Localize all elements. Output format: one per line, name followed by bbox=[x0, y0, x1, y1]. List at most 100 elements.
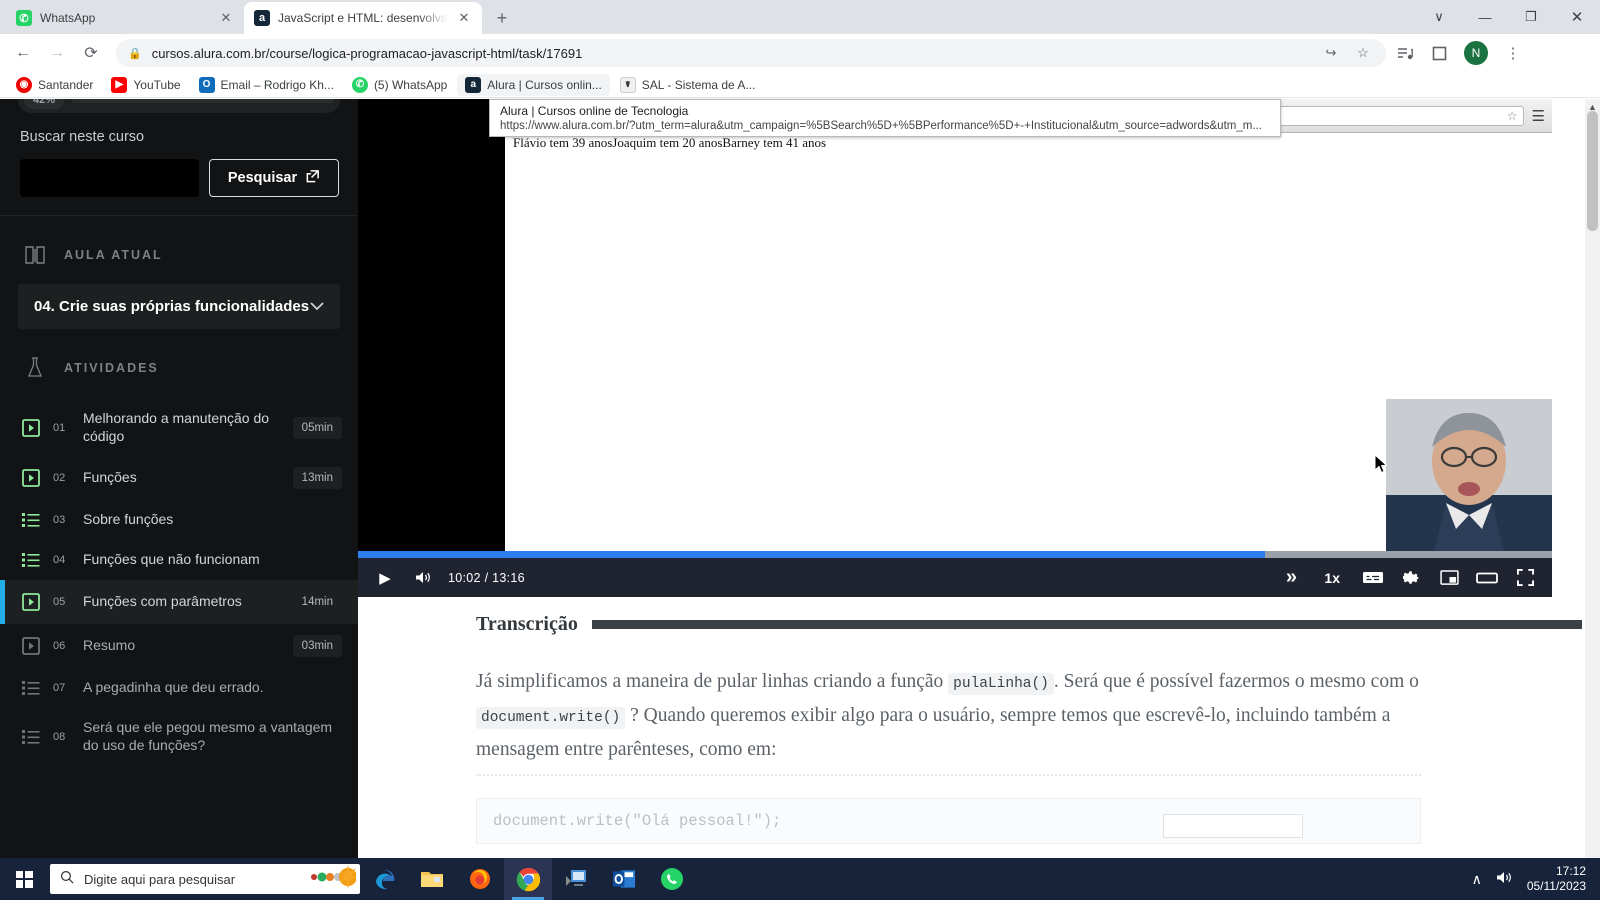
flask-icon bbox=[22, 355, 48, 381]
windows-taskbar: Digite aqui para pesquisar ∧ 17:12 05/11… bbox=[0, 858, 1600, 900]
bookmark-alura[interactable]: a Alura | Cursos onlin... bbox=[457, 73, 610, 96]
cortana-icon[interactable] bbox=[304, 864, 357, 894]
bookmark-label: Santander bbox=[38, 77, 94, 92]
scrollbar-thumb[interactable] bbox=[1587, 111, 1598, 231]
remote-desktop-icon[interactable] bbox=[552, 858, 600, 900]
activity-row-06[interactable]: 06 Resumo 03min bbox=[0, 624, 358, 668]
activity-label: Funções que não funcionam bbox=[83, 551, 260, 568]
bookmark-youtube[interactable]: ▶ YouTube bbox=[103, 74, 188, 96]
outlook-icon[interactable] bbox=[600, 858, 648, 900]
extensions-icon[interactable] bbox=[1424, 38, 1454, 68]
browser-tab-whatsapp[interactable]: ✆ WhatsApp ✕ bbox=[6, 2, 244, 34]
transcription-paragraph: Já simplificamos a maneira de pular linh… bbox=[476, 666, 1421, 766]
activity-row-07[interactable]: 07 A pegadinha que deu errado. bbox=[0, 668, 358, 708]
start-button[interactable] bbox=[0, 858, 48, 900]
window-controls: ∨ — ❐ ✕ bbox=[1416, 0, 1600, 34]
activity-number: 02 bbox=[53, 472, 66, 484]
bookmark-santander[interactable]: ◉ Santander bbox=[8, 74, 101, 96]
activity-row-01[interactable]: 01 Melhorando a manutenção do código 05min bbox=[0, 399, 358, 456]
activity-row-05[interactable]: 05 Funções com parâmetros 14min bbox=[0, 580, 358, 624]
santander-icon: ◉ bbox=[16, 76, 32, 93]
play-button[interactable]: ▶ bbox=[366, 558, 404, 597]
share-icon[interactable]: ↪ bbox=[1320, 45, 1342, 61]
captions-icon[interactable] bbox=[1354, 558, 1392, 597]
gear-icon[interactable] bbox=[1392, 558, 1430, 597]
file-explorer-icon[interactable] bbox=[408, 858, 456, 900]
theater-mode-icon[interactable] bbox=[1468, 558, 1506, 597]
back-button[interactable]: ← bbox=[8, 38, 38, 68]
activity-number: 06 bbox=[53, 640, 66, 652]
fast-forward-icon[interactable]: » bbox=[1272, 558, 1310, 597]
reload-button[interactable]: ⟳ bbox=[76, 38, 106, 68]
activity-number: 04 bbox=[53, 554, 66, 566]
activity-duration: 05min bbox=[292, 416, 342, 439]
bookmarks-bar: ◉ Santander ▶ YouTube O Email – Rodrigo … bbox=[0, 72, 1600, 98]
activities-list: 01 Melhorando a manutenção do código 05min… bbox=[0, 399, 358, 765]
minimize-button[interactable]: — bbox=[1462, 0, 1508, 34]
transcription-text-b: . Será que é possível fazermos o mesmo c… bbox=[1053, 671, 1419, 692]
main-content: ☆ ☰ Flávio tem 39 anosJoaquim tem 20 ano… bbox=[358, 99, 1600, 879]
forward-button[interactable]: → bbox=[42, 38, 72, 68]
webcam-overlay bbox=[1386, 399, 1552, 551]
page-scrollbar[interactable]: ▲ ▼ bbox=[1585, 99, 1600, 879]
search-button[interactable]: Pesquisar bbox=[209, 159, 339, 197]
profile-avatar[interactable]: N bbox=[1464, 41, 1488, 65]
system-tray: ∧ 17:12 05/11/2023 bbox=[1472, 864, 1600, 894]
whatsapp-icon: ✆ bbox=[16, 10, 32, 26]
whatsapp-icon: ✆ bbox=[351, 76, 368, 93]
media-control-icon[interactable] bbox=[1390, 38, 1420, 68]
activity-row-03[interactable]: 03 Sobre funções bbox=[0, 500, 358, 540]
activity-duration: 03min bbox=[292, 635, 342, 657]
activity-row-04[interactable]: 04 Funções que não funcionam bbox=[0, 540, 358, 580]
current-lesson-heading: AULA ATUAL bbox=[0, 216, 358, 268]
activity-number: 08 bbox=[53, 730, 66, 743]
chrome-icon[interactable] bbox=[504, 858, 552, 900]
progress-percent-label: 42% bbox=[24, 99, 65, 109]
search-button-label: Pesquisar bbox=[227, 170, 298, 186]
volume-icon[interactable] bbox=[1496, 870, 1513, 888]
bookmark-sal[interactable]: ☤ SAL - Sistema de A... bbox=[612, 74, 764, 96]
dotted-divider bbox=[476, 774, 1421, 776]
chevron-down-icon bbox=[310, 300, 324, 314]
edge-icon[interactable] bbox=[360, 858, 408, 900]
current-lesson-selector[interactable]: 04. Crie suas próprias funcionalidades bbox=[18, 284, 340, 329]
search-input[interactable] bbox=[20, 159, 199, 197]
video-seekbar[interactable] bbox=[358, 551, 1552, 558]
course-sidebar: 42% Buscar neste curso Pesquisar AULA AT… bbox=[0, 99, 358, 879]
firefox-icon[interactable] bbox=[456, 858, 504, 900]
bookmark-email[interactable]: O Email – Rodrigo Kh... bbox=[191, 74, 342, 96]
search-label: Buscar neste curso bbox=[20, 129, 145, 145]
video-player[interactable]: ☆ ☰ Flávio tem 39 anosJoaquim tem 20 ano… bbox=[358, 99, 1552, 551]
bookmark-whatsapp[interactable]: ✆ (5) WhatsApp bbox=[344, 74, 455, 96]
chevron-down-icon[interactable]: ∨ bbox=[1416, 0, 1462, 34]
taskbar-clock[interactable]: 17:12 05/11/2023 bbox=[1527, 864, 1586, 894]
activity-label: Melhorando a manutenção do código bbox=[83, 410, 270, 444]
copy-code-button[interactable] bbox=[1163, 814, 1303, 838]
playback-speed-button[interactable]: 1x bbox=[1310, 570, 1354, 586]
bookmark-star-icon[interactable]: ☆ bbox=[1352, 45, 1374, 61]
time-separator: / bbox=[484, 570, 489, 585]
address-bar[interactable]: 🔒 cursos.alura.com.br/course/logica-prog… bbox=[116, 39, 1386, 67]
browser-tab-alura[interactable]: a JavaScript e HTML: desenvolva u ✕ bbox=[244, 2, 482, 34]
close-icon[interactable]: ✕ bbox=[218, 10, 234, 26]
picture-in-picture-icon[interactable] bbox=[1430, 558, 1468, 597]
taskbar-search[interactable]: Digite aqui para pesquisar bbox=[50, 864, 360, 894]
inline-code-pulalinha: pulaLinha() bbox=[948, 673, 1054, 695]
list-icon bbox=[22, 511, 40, 529]
browser-menu-icon[interactable]: ⋮ bbox=[1498, 38, 1528, 68]
list-icon bbox=[22, 728, 40, 746]
url-text: cursos.alura.com.br/course/logica-progra… bbox=[151, 45, 583, 61]
activity-duration: 13min bbox=[292, 467, 342, 489]
activity-row-02[interactable]: 02 Funções 13min bbox=[0, 456, 358, 500]
close-window-button[interactable]: ✕ bbox=[1554, 0, 1600, 34]
tooltip-url: https://www.alura.com.br/?utm_term=alura… bbox=[500, 120, 1262, 132]
new-tab-button[interactable]: + bbox=[488, 4, 516, 32]
activity-row-08[interactable]: 08 Será que ele pegou mesmo a vantagem do… bbox=[0, 708, 358, 765]
maximize-button[interactable]: ❐ bbox=[1508, 0, 1554, 34]
volume-icon[interactable] bbox=[404, 558, 442, 597]
fullscreen-icon[interactable] bbox=[1506, 558, 1544, 597]
list-icon bbox=[22, 551, 40, 569]
close-icon[interactable]: ✕ bbox=[456, 10, 472, 26]
whatsapp-icon[interactable] bbox=[648, 858, 696, 900]
tray-chevron-icon[interactable]: ∧ bbox=[1472, 871, 1482, 888]
